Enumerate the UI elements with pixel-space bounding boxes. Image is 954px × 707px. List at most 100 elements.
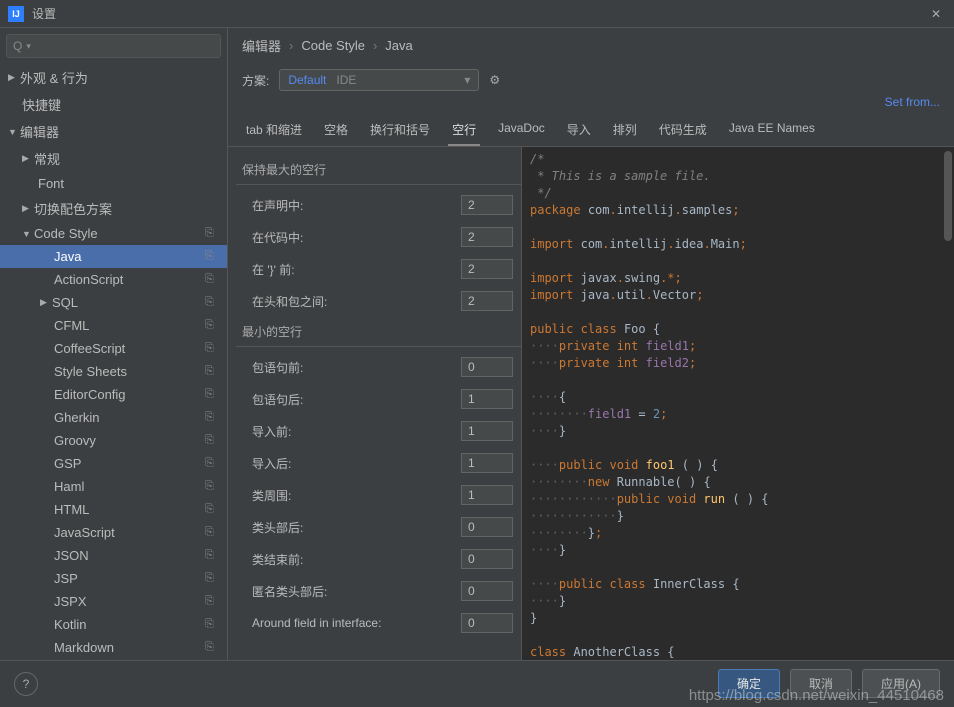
tree-item-groovy[interactable]: Groovy⎘ <box>0 429 227 452</box>
field-input[interactable] <box>461 421 513 441</box>
chevron-right-icon: ▶ <box>22 203 34 214</box>
breadcrumb-java: Java <box>385 38 412 53</box>
settings-panel: 保持最大的空行 在声明中:在代码中:在 '}' 前:在头和包之间: 最小的空行 … <box>228 147 522 660</box>
tree-item-java[interactable]: Java⎘ <box>0 245 227 268</box>
breadcrumb-editor[interactable]: 编辑器 <box>242 36 281 55</box>
tree-item-coffeescript[interactable]: CoffeeScript⎘ <box>0 337 227 360</box>
app-icon: IJ <box>8 6 24 22</box>
field-label: 类头部后: <box>252 519 461 536</box>
dialog-footer: ? 确定 取消 应用(A) https://blog.csdn.net/weix… <box>0 660 954 706</box>
tree-item-label: JavaScript <box>54 525 205 540</box>
field-row: 匿名类头部后: <box>236 575 521 607</box>
field-input[interactable] <box>461 517 513 537</box>
copy-icon: ⎘ <box>205 434 219 448</box>
tree-editor[interactable]: ▼编辑器 <box>0 118 227 145</box>
tree-item-markdown[interactable]: Markdown⎘ <box>0 636 227 659</box>
tree-item-html[interactable]: HTML⎘ <box>0 498 227 521</box>
tree-keymap[interactable]: 快捷键 <box>0 91 227 118</box>
chevron-right-icon: › <box>289 38 293 53</box>
tree-item-jspx[interactable]: JSPX⎘ <box>0 590 227 613</box>
tree-item-label: ActionScript <box>54 272 205 287</box>
tab-6[interactable]: 排列 <box>609 115 641 146</box>
titlebar: IJ 设置 ✕ <box>0 0 954 28</box>
tree-item-haml[interactable]: Haml⎘ <box>0 475 227 498</box>
field-label: 类结束前: <box>252 551 461 568</box>
field-input[interactable] <box>461 549 513 569</box>
field-input[interactable] <box>461 389 513 409</box>
help-button[interactable]: ? <box>14 672 38 696</box>
field-row: 在 '}' 前: <box>236 253 521 285</box>
field-label: 导入前: <box>252 423 461 440</box>
set-from-link[interactable]: Set from... <box>885 95 940 109</box>
sidebar: Q ▾ ▶外观 & 行为 快捷键 ▼编辑器 ▶常规 Font ▶切换配色方案 ▼… <box>0 28 228 660</box>
tree-item-json[interactable]: JSON⎘ <box>0 544 227 567</box>
field-label: 在声明中: <box>252 197 461 214</box>
field-input[interactable] <box>461 291 513 311</box>
chevron-right-icon: ▶ <box>22 153 34 164</box>
field-label: 匿名类头部后: <box>252 583 461 600</box>
tab-0[interactable]: tab 和缩进 <box>242 115 306 146</box>
tree-item-label: Groovy <box>54 433 205 448</box>
tabs: tab 和缩进空格换行和括号空行 JavaDoc 导入排列代码生成 Java EE N… <box>228 115 954 147</box>
ok-button[interactable]: 确定 <box>718 669 780 698</box>
tree-appearance[interactable]: ▶外观 & 行为 <box>0 64 227 91</box>
tab-3[interactable]: 空行 <box>448 115 480 146</box>
field-row: 类头部后: <box>236 511 521 543</box>
copy-icon: ⎘ <box>205 296 219 310</box>
copy-icon: ⎘ <box>205 273 219 287</box>
field-input[interactable] <box>461 485 513 505</box>
tree-item-style-sheets[interactable]: Style Sheets⎘ <box>0 360 227 383</box>
tab-1[interactable]: 空格 <box>320 115 352 146</box>
apply-button[interactable]: 应用(A) <box>862 669 940 698</box>
field-input[interactable] <box>461 453 513 473</box>
scheme-ide: IDE <box>336 73 356 87</box>
field-input[interactable] <box>461 613 513 633</box>
breadcrumb-codestyle[interactable]: Code Style <box>301 38 365 53</box>
tree-item-kotlin[interactable]: Kotlin⎘ <box>0 613 227 636</box>
field-label: 在 '}' 前: <box>252 261 461 278</box>
field-label: 类周围: <box>252 487 461 504</box>
scheme-select[interactable]: Default IDE ▾ <box>279 69 479 91</box>
tree-color-scheme[interactable]: ▶切换配色方案 <box>0 195 227 222</box>
tree-item-javascript[interactable]: JavaScript⎘ <box>0 521 227 544</box>
field-row: 在头和包之间: <box>236 285 521 317</box>
tree-item-jsp[interactable]: JSP⎘ <box>0 567 227 590</box>
field-input[interactable] <box>461 227 513 247</box>
field-row: 在代码中: <box>236 221 521 253</box>
tree-item-editorconfig[interactable]: EditorConfig⎘ <box>0 383 227 406</box>
chevron-down-icon: ▾ <box>464 73 470 87</box>
field-input[interactable] <box>461 259 513 279</box>
tree-font[interactable]: Font <box>0 172 227 195</box>
field-label: 在头和包之间: <box>252 293 461 310</box>
tree-code-style[interactable]: ▼Code Style⎘ <box>0 222 227 245</box>
field-row: 导入后: <box>236 447 521 479</box>
tab-7[interactable]: 代码生成 <box>655 115 711 146</box>
copy-icon: ⎘ <box>205 457 219 471</box>
scrollbar-thumb[interactable] <box>944 151 952 241</box>
gear-icon[interactable]: ⚙ <box>489 73 500 87</box>
tab-8[interactable]: Java EE Names <box>725 115 819 146</box>
tree-item-gherkin[interactable]: Gherkin⎘ <box>0 406 227 429</box>
field-input[interactable] <box>461 195 513 215</box>
chevron-right-icon: ▶ <box>8 72 20 83</box>
tab-4[interactable]: JavaDoc <box>494 115 549 146</box>
tab-2[interactable]: 换行和括号 <box>366 115 434 146</box>
tree-item-cfml[interactable]: CFML⎘ <box>0 314 227 337</box>
search-input[interactable]: Q ▾ <box>6 34 221 58</box>
field-row: 导入前: <box>236 415 521 447</box>
tree-item-label: Kotlin <box>54 617 205 632</box>
cancel-button[interactable]: 取消 <box>790 669 852 698</box>
tab-5[interactable]: 导入 <box>563 115 595 146</box>
field-input[interactable] <box>461 357 513 377</box>
tree-general[interactable]: ▶常规 <box>0 145 227 172</box>
field-label: 导入后: <box>252 455 461 472</box>
tree-item-actionscript[interactable]: ActionScript⎘ <box>0 268 227 291</box>
tree-item-sql[interactable]: ▶SQL⎘ <box>0 291 227 314</box>
scheme-label: 方案: <box>242 72 269 89</box>
chevron-down-icon: ▼ <box>22 229 34 239</box>
field-label: Around field in interface: <box>252 616 461 630</box>
tree-item-label: JSP <box>54 571 205 586</box>
close-icon[interactable]: ✕ <box>926 7 946 21</box>
tree-item-gsp[interactable]: GSP⎘ <box>0 452 227 475</box>
field-input[interactable] <box>461 581 513 601</box>
